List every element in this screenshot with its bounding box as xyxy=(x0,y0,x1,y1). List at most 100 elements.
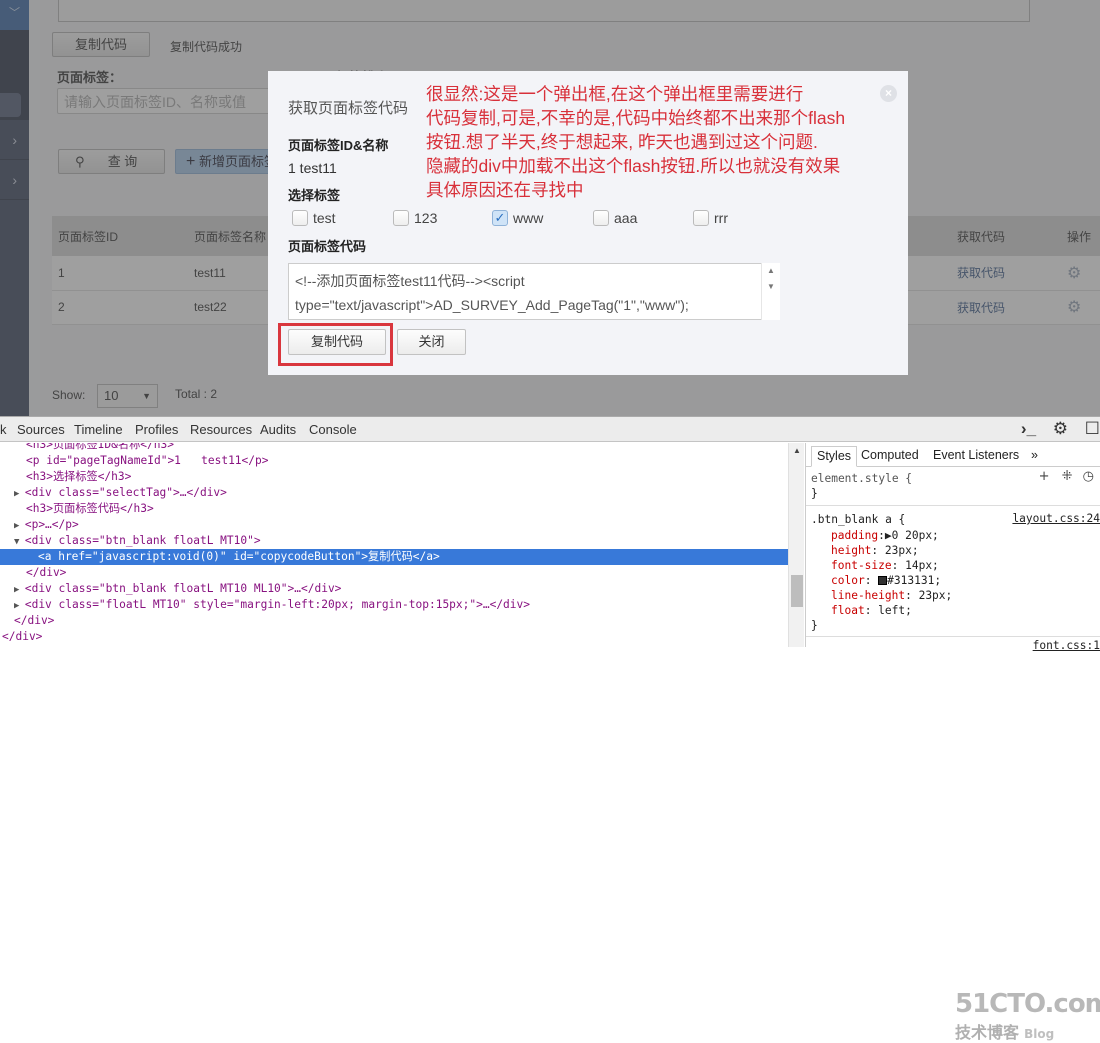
expand-triangle-icon[interactable]: ▶ xyxy=(14,585,25,595)
style-tool-icons: + ⁜ ◷ xyxy=(1039,469,1094,484)
color-swatch[interactable] xyxy=(878,576,888,585)
tab-sources[interactable]: Sources xyxy=(17,422,65,437)
dom-node[interactable]: <p id="pageTagNameId">1 test11</p> xyxy=(0,453,788,469)
tag-checkbox[interactable]: 123 xyxy=(393,210,437,226)
tab-computed[interactable]: Computed xyxy=(856,446,924,467)
tab-audits[interactable]: Audits xyxy=(260,422,296,437)
dom-text: </div> xyxy=(2,630,43,643)
tab-timeline[interactable]: Timeline xyxy=(74,422,123,437)
checkbox[interactable] xyxy=(593,210,609,226)
elements-tree: <h3>页面标签ID&名称</h3> <p id="pageTagNameId"… xyxy=(0,443,788,647)
tab-event-listeners[interactable]: Event Listeners xyxy=(928,446,1024,467)
prop-value: 14px; xyxy=(905,559,939,572)
scroll-up-icon[interactable]: ▲ xyxy=(793,446,801,455)
dom-node[interactable]: ▼ <div class="btn_blank floatL MT10"> xyxy=(0,533,788,549)
dom-text: <div class="floatL MT10" style="margin-l… xyxy=(24,598,531,611)
dom-node[interactable]: ▶ <div class="btn_blank floatL MT10 ML10… xyxy=(0,581,788,597)
dom-text: <div class="btn_blank floatL MT10 ML10">… xyxy=(24,582,342,595)
styles-pane: Styles Computed Event Listeners » elemen… xyxy=(805,443,1100,652)
annotation-line: 很显然:这是一个弹出框,在这个弹出框里需要进行 xyxy=(426,84,804,104)
tab-network[interactable]: k xyxy=(0,422,7,437)
checkbox-label: www xyxy=(513,210,544,226)
divider xyxy=(806,505,1100,506)
dom-node[interactable]: </div> xyxy=(0,565,788,581)
prop-value: left; xyxy=(878,604,912,617)
tag-checkbox[interactable]: aaa xyxy=(593,210,637,226)
style-prop[interactable]: font-size: 14px; xyxy=(831,558,939,573)
dock-icon[interactable]: ☐ xyxy=(1085,419,1100,438)
scrollbar-thumb[interactable] xyxy=(791,575,803,607)
expand-triangle-icon[interactable]: ▶ xyxy=(14,601,25,611)
scroll-up-icon[interactable]: ▲ xyxy=(762,266,780,275)
tag-checkbox[interactable]: rrr xyxy=(693,210,728,226)
checkbox[interactable] xyxy=(393,210,409,226)
annotation-line: 按钮.想了半天,终于想起来, 昨天也遇到过这个问题. xyxy=(426,132,818,152)
checkbox-label: test xyxy=(313,210,336,226)
devtools-toolbar-icons: ›_ ⚙ ☐ xyxy=(1021,419,1100,439)
rule-close: } xyxy=(811,619,818,632)
gear-icon[interactable]: ⚙ xyxy=(1053,419,1068,438)
code-line: <!--添加页面标签test11代码--><script xyxy=(295,273,525,289)
checkbox-checked[interactable]: ✓ xyxy=(492,210,508,226)
tag-checkbox[interactable]: test xyxy=(292,210,336,226)
id-name-value: 1 test11 xyxy=(288,160,337,176)
dom-node[interactable]: <h3>选择标签</h3> xyxy=(0,469,788,485)
style-prop[interactable]: float: left; xyxy=(831,603,912,618)
dom-text: <h3>页面标签ID&名称</h3> xyxy=(26,443,174,451)
checkbox-label: 123 xyxy=(414,210,438,226)
divider xyxy=(806,636,1100,637)
dialog-title: 获取页面标签代码 xyxy=(288,100,409,117)
animation-icon[interactable]: ◷ xyxy=(1083,469,1094,484)
prop-name: padding xyxy=(831,529,879,542)
watermark-blog: Blog xyxy=(1024,1027,1055,1041)
style-prop[interactable]: color: #313131; xyxy=(831,573,941,588)
dom-node[interactable]: ▶ <div class="selectTag">…</div> xyxy=(0,485,788,501)
annotation-line: 隐藏的div中加载不出这个flash按钮.所以也就没有效果 xyxy=(426,156,841,176)
dom-node[interactable]: <h3>页面标签代码</h3> xyxy=(0,501,788,517)
dialog-copy-button[interactable]: 复制代码 xyxy=(288,329,386,355)
select-tag-heading: 选择标签 xyxy=(288,188,341,203)
style-prop[interactable]: padding:▶0 20px; xyxy=(831,528,939,543)
expand-triangle-icon[interactable]: ▶ xyxy=(14,489,25,499)
collapse-triangle-icon[interactable]: ▼ xyxy=(14,537,25,547)
checkbox[interactable] xyxy=(693,210,709,226)
dom-text: </div> xyxy=(26,566,67,579)
element-state-icon[interactable]: ⁜ xyxy=(1062,469,1073,484)
console-drawer-icon[interactable]: ›_ xyxy=(1021,419,1036,438)
watermark-logo: 51CTO.com 技术博客 Blog xyxy=(955,989,1100,1043)
element-style-selector: element.style { xyxy=(811,472,913,485)
dom-node[interactable]: </div> xyxy=(0,613,788,629)
expand-triangle-icon[interactable]: ▶ xyxy=(14,521,25,531)
tab-resources[interactable]: Resources xyxy=(190,422,252,437)
annotation-note: 很显然:这是一个弹出框,在这个弹出框里需要进行 代码复制,可是,不幸的是,代码中… xyxy=(426,82,896,202)
more-tabs-icon[interactable]: » xyxy=(1026,446,1043,467)
dom-node[interactable]: <h3>页面标签ID&名称</h3> xyxy=(0,443,788,453)
tag-checkbox[interactable]: ✓ www xyxy=(492,210,543,226)
prop-name: float xyxy=(831,604,865,617)
elements-scrollbar[interactable]: ▲ xyxy=(788,443,804,647)
scroll-down-icon[interactable]: ▼ xyxy=(762,282,780,291)
dialog-close-button[interactable]: 关闭 xyxy=(397,329,466,355)
page-background: ﹀ › › 复制代码 复制代码成功 页面标签： 页面标签排序 请输入页面标签ID… xyxy=(0,0,1100,416)
style-prop[interactable]: height: 23px; xyxy=(831,543,919,558)
style-prop[interactable]: line-height: 23px; xyxy=(831,588,952,603)
dom-node[interactable]: ▶ <p>…</p> xyxy=(0,517,788,533)
dom-text: <p>…</p> xyxy=(24,518,79,531)
checkbox[interactable] xyxy=(292,210,308,226)
prop-name: color xyxy=(831,574,865,587)
add-rule-icon[interactable]: + xyxy=(1039,469,1050,484)
code-scrollbar[interactable]: ▲ ▼ xyxy=(761,263,780,320)
dom-node[interactable]: ▶ <div class="floatL MT10" style="margin… xyxy=(0,597,788,613)
code-line: type="text/javascript">AD_SURVEY_Add_Pag… xyxy=(295,297,689,313)
prop-value: 23px; xyxy=(884,544,919,557)
tab-console[interactable]: Console xyxy=(309,422,357,437)
tab-styles[interactable]: Styles xyxy=(811,446,858,467)
code-textarea[interactable]: <!--添加页面标签test11代码--><script type="text/… xyxy=(288,263,780,320)
prop-name: height xyxy=(831,544,872,557)
dom-text: <a href="javascript:void(0)" id="copycod… xyxy=(38,550,440,563)
dom-node-selected[interactable]: <a href="javascript:void(0)" id="copycod… xyxy=(0,549,788,565)
dom-node[interactable]: </div> xyxy=(0,629,788,645)
rule-source-link[interactable]: layout.css:24 xyxy=(1012,512,1100,525)
tab-profiles[interactable]: Profiles xyxy=(135,422,178,437)
id-name-heading: 页面标签ID&名称 xyxy=(288,138,389,153)
